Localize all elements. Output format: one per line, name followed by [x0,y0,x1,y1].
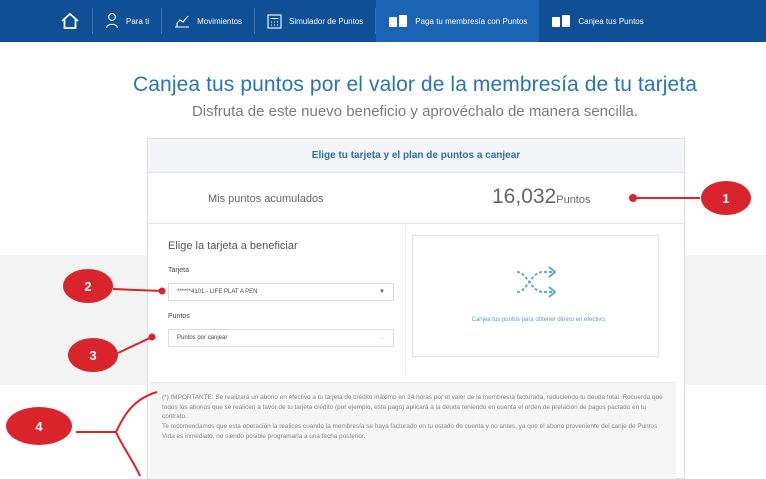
annotation-marker-3: 3 [68,338,118,372]
annotation-marker-4: 4 [6,407,72,445]
annotation-marker-2: 2 [63,269,113,303]
annotation-line-1 [629,194,700,202]
annotation-line-3 [117,333,156,354]
annotation-marker-1: 1 [701,181,751,215]
annotation-overlay [76,194,700,477]
annotation-line-2 [112,287,166,295]
annotation-bracket-4 [76,391,158,477]
